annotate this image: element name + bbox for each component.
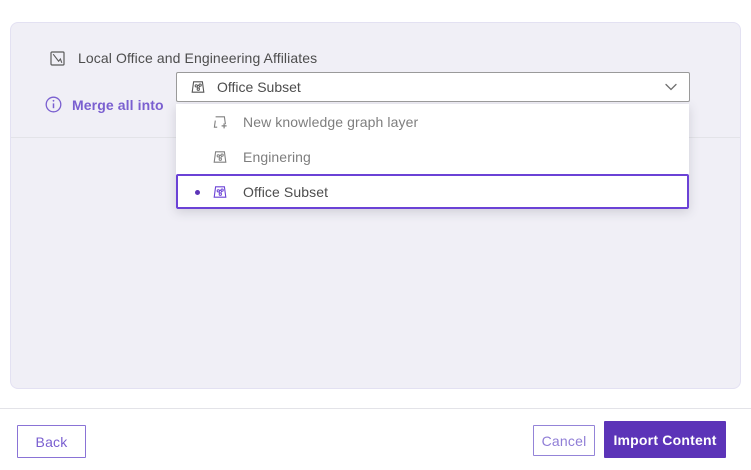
menu-option-enginering[interactable]: Enginering: [176, 139, 689, 174]
merge-target-value: Office Subset: [217, 79, 654, 95]
back-button[interactable]: Back: [17, 425, 86, 458]
knowledge-graph-layer-icon: [190, 79, 206, 95]
import-content-button[interactable]: Import Content: [604, 421, 726, 458]
menu-option-new-knowledge-graph-layer[interactable]: New knowledge graph layer: [176, 104, 689, 139]
content-item-row: Local Office and Engineering Affiliates: [50, 50, 317, 66]
info-icon[interactable]: [45, 96, 62, 113]
checkbox-sketch-icon[interactable]: [50, 51, 65, 66]
menu-option-label: New knowledge graph layer: [243, 114, 418, 130]
merge-target-select[interactable]: Office Subset: [176, 72, 690, 102]
knowledge-graph-layer-icon: [212, 184, 228, 200]
new-knowledge-graph-layer-icon: [212, 114, 228, 130]
menu-option-label: Office Subset: [243, 184, 328, 200]
merge-all-into-row: Merge all into: [45, 96, 164, 113]
content-item-label: Local Office and Engineering Affiliates: [78, 50, 317, 66]
merge-target-menu: New knowledge graph layer Enginering: [176, 104, 689, 209]
menu-option-office-subset[interactable]: Office Subset: [176, 174, 689, 209]
menu-option-label: Enginering: [243, 149, 311, 165]
footer-divider: [0, 408, 751, 409]
knowledge-graph-layer-icon: [212, 149, 228, 165]
cancel-button[interactable]: Cancel: [533, 425, 595, 456]
import-content-dialog: Local Office and Engineering Affiliates …: [0, 0, 751, 470]
selected-bullet-dot: [195, 190, 200, 195]
merge-all-into-label: Merge all into: [72, 97, 164, 113]
chevron-down-icon: [665, 83, 677, 91]
